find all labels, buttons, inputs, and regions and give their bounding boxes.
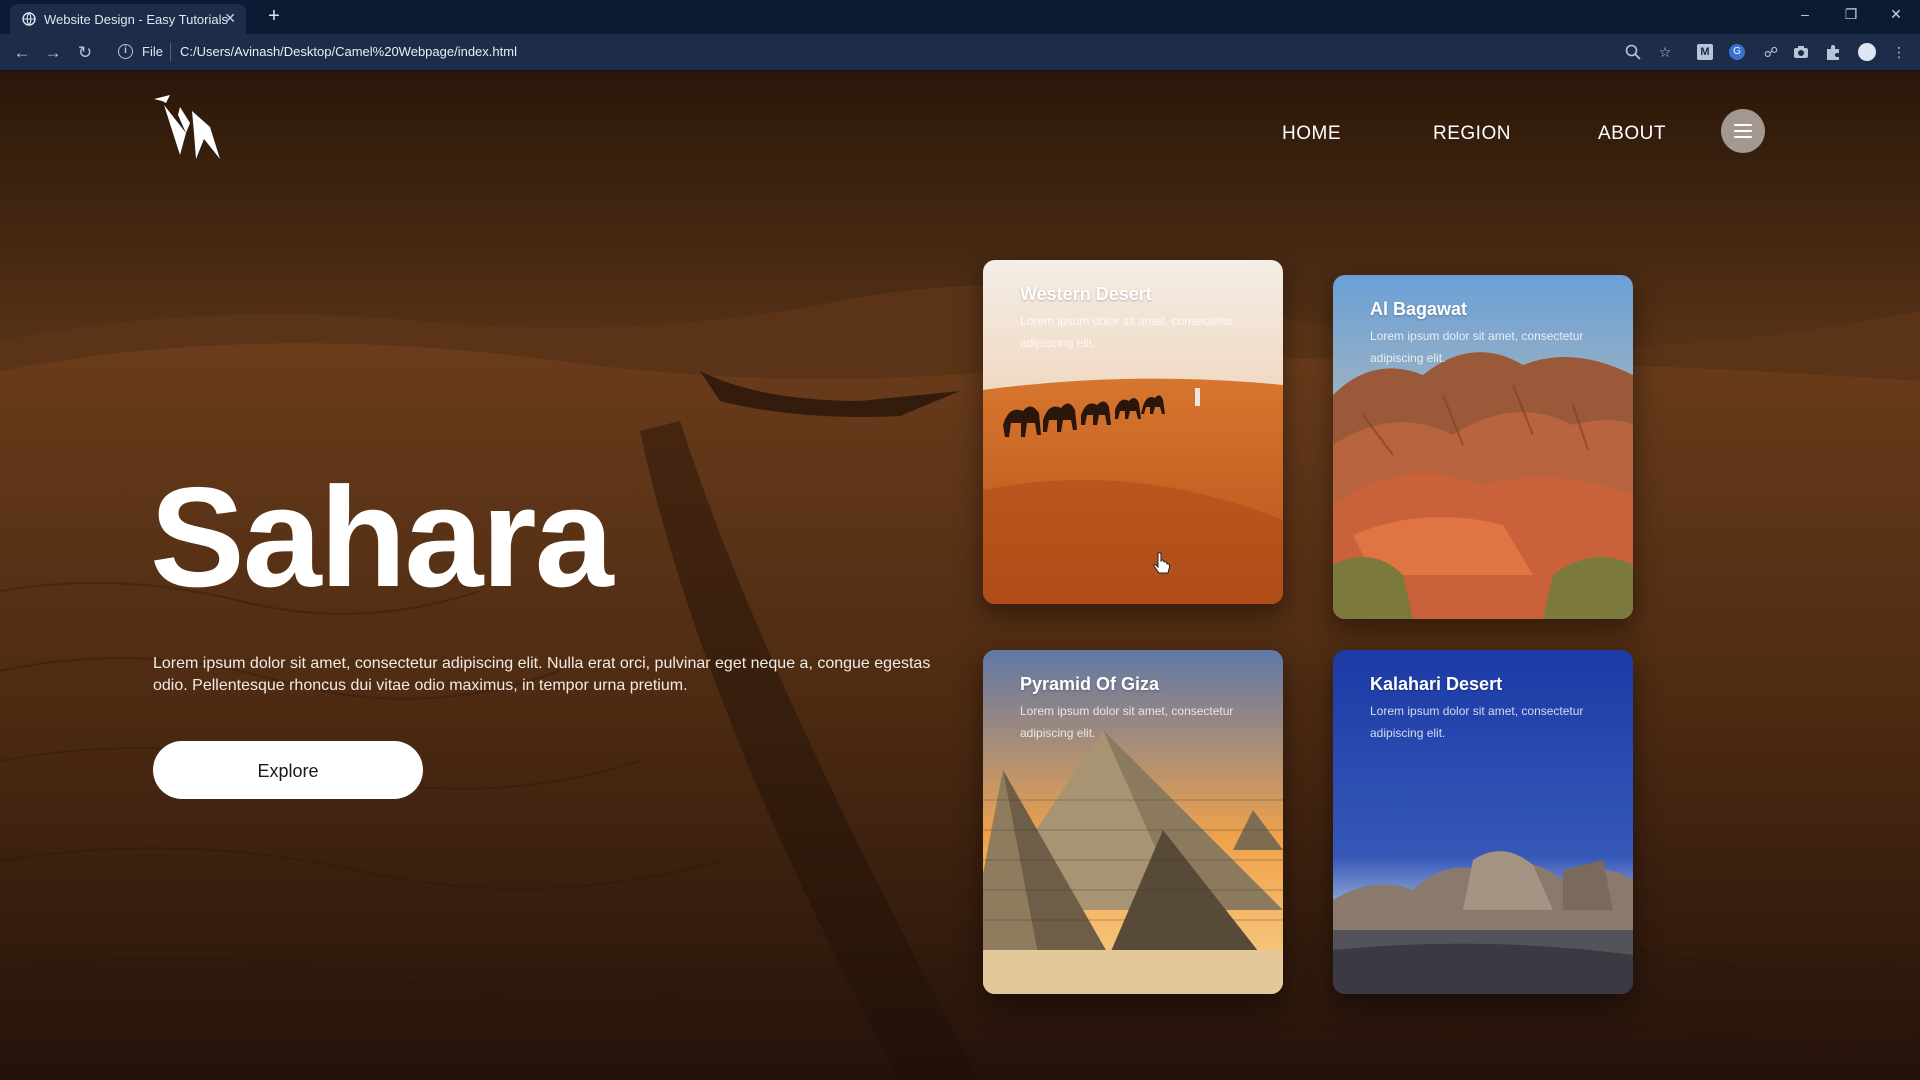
forward-icon[interactable]: → — [43, 43, 63, 63]
hero-title: Sahara — [150, 458, 614, 617]
more-icon[interactable]: ⋮ — [1890, 43, 1908, 61]
page: HOME REGION ABOUT Sahara Lorem ipsum dol… — [0, 71, 1920, 1080]
card-kalahari-desert[interactable]: Kalahari Desert Lorem ipsum dolor sit am… — [1333, 650, 1633, 994]
card-text: Lorem ipsum dolor sit amet, consectetur … — [1020, 704, 1234, 740]
card-title: Kalahari Desert — [1370, 674, 1503, 694]
explore-button[interactable]: Explore — [153, 741, 423, 799]
extension-g-icon[interactable]: G — [1729, 44, 1745, 60]
card-western-desert[interactable]: Western Desert Lorem ipsum dolor sit ame… — [983, 260, 1283, 604]
url-divider — [170, 43, 171, 61]
menu-line — [1734, 130, 1752, 132]
card-title: Western Desert — [1020, 284, 1152, 304]
url-scheme: File — [142, 44, 163, 59]
minimize-button[interactable]: – — [1795, 6, 1815, 22]
hero-description: Lorem ipsum dolor sit amet, consectetur … — [153, 655, 931, 694]
menu-button[interactable] — [1721, 109, 1765, 153]
info-icon[interactable]: i — [118, 44, 133, 59]
globe-icon — [22, 12, 36, 26]
card-title: Al Bagawat — [1370, 299, 1468, 319]
reload-icon[interactable]: ↻ — [75, 43, 95, 63]
extension-link-icon[interactable]: ☍ — [1762, 43, 1780, 61]
hand-cursor-icon — [1153, 552, 1170, 574]
new-tab-button[interactable]: + — [262, 4, 286, 28]
profile-icon[interactable] — [1858, 43, 1876, 61]
card-text: Lorem ipsum dolor sit amet, consectetur … — [1020, 314, 1234, 350]
browser-tab[interactable]: Website Design - Easy Tutorials ✕ — [10, 4, 246, 34]
star-icon[interactable]: ☆ — [1656, 43, 1674, 61]
tab-close-icon[interactable]: ✕ — [224, 10, 236, 27]
card-title: Pyramid Of Giza — [1020, 674, 1160, 694]
camera-icon[interactable] — [1792, 43, 1810, 61]
card-pyramid-of-giza[interactable]: Pyramid Of Giza Lorem ipsum dolor sit am… — [983, 650, 1283, 994]
nav-about[interactable]: ABOUT — [1598, 123, 1666, 145]
nav-home[interactable]: HOME — [1282, 123, 1341, 145]
menu-line — [1734, 124, 1752, 126]
close-window-button[interactable]: ✕ — [1886, 6, 1906, 23]
browser-titlebar: Website Design - Easy Tutorials ✕ + – ❐ … — [0, 0, 1920, 34]
card-text: Lorem ipsum dolor sit amet, consectetur … — [1370, 704, 1584, 740]
card-al-bagawat[interactable]: Al Bagawat Lorem ipsum dolor sit amet, c… — [1333, 275, 1633, 619]
camel-logo-icon — [154, 95, 220, 159]
puzzle-icon[interactable] — [1824, 43, 1842, 61]
extension-m-icon[interactable]: M — [1697, 44, 1713, 60]
address-bar[interactable]: C:/Users/Avinash/Desktop/Camel%20Webpage… — [180, 44, 517, 59]
browser-toolbar: ← → ↻ i File C:/Users/Avinash/Desktop/Ca… — [0, 34, 1920, 71]
card-text: Lorem ipsum dolor sit amet, consectetur … — [1370, 329, 1584, 365]
back-icon[interactable]: ← — [12, 43, 32, 63]
menu-line — [1734, 136, 1752, 138]
restore-button[interactable]: ❐ — [1841, 6, 1861, 23]
tab-title: Website Design - Easy Tutorials — [44, 12, 228, 27]
zoom-icon[interactable] — [1624, 43, 1642, 61]
nav-region[interactable]: REGION — [1433, 123, 1511, 145]
